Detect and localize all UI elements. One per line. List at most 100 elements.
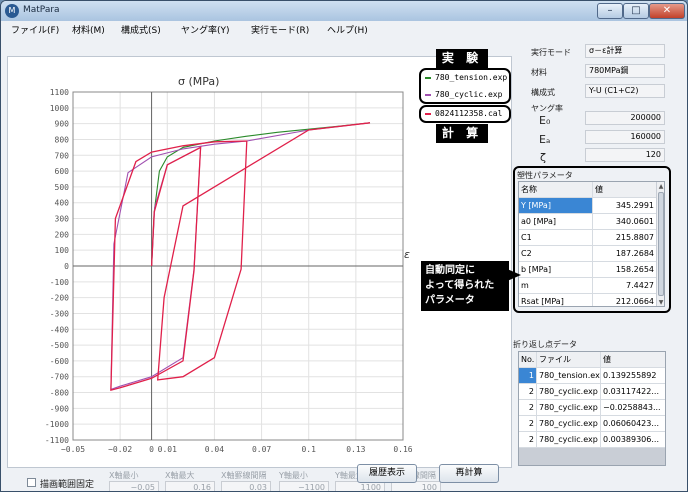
menu-help[interactable]: ヘルプ(H)	[327, 23, 368, 36]
menu-run-mode[interactable]: 実行モード(R)	[251, 23, 309, 36]
menu-model[interactable]: 構成式(S)	[121, 23, 161, 36]
turning-title: 折り返し点データ	[513, 340, 577, 349]
y-tick-label: -700	[50, 373, 69, 382]
y-tick-label: 900	[55, 120, 70, 129]
turning-file-cell[interactable]: 780_tension.exp	[537, 368, 601, 384]
param-value-cell[interactable]: 345.2991	[593, 198, 657, 214]
param-name-cell[interactable]: Rsat [MPa]	[519, 294, 593, 306]
xmin-label: X軸最小	[109, 471, 139, 480]
e0-value: 200000	[585, 111, 665, 125]
y-tick-label: 1100	[50, 88, 69, 97]
x-tick-label: 0.13	[346, 445, 365, 454]
turning-value-cell[interactable]: 0.03117422...	[601, 384, 665, 400]
scroll-up-icon[interactable]: ▲	[657, 182, 664, 191]
xmax-field[interactable]: 0.16	[165, 481, 215, 491]
menu-young-modulus[interactable]: ヤング率(Y)	[181, 23, 230, 36]
x-tick-label: 0.07	[252, 445, 271, 454]
menu-material[interactable]: 材料(M)	[72, 23, 105, 36]
minimize-button[interactable]: –	[597, 3, 623, 19]
maximize-button[interactable]: □	[623, 3, 649, 19]
young-label: ヤング率	[531, 104, 563, 113]
y-tick-label: -300	[50, 309, 69, 318]
y-tick-label: 800	[55, 135, 70, 144]
y-tick-label: -500	[50, 341, 69, 350]
fix-range-label: 描画範囲固定	[40, 480, 95, 490]
turning-file-cell[interactable]: 780_cyclic.exp	[537, 416, 601, 432]
experiment-label: 実 験	[436, 49, 488, 68]
turning-col-value: 値	[601, 352, 665, 368]
material-label: 材料	[531, 68, 547, 77]
app-logo-icon: M	[5, 4, 19, 18]
params-callout: 自動同定に よって得られた パラメータ	[421, 261, 509, 311]
turning-no-cell[interactable]: 2	[519, 384, 537, 400]
param-name-cell[interactable]: a0 [MPa]	[519, 214, 593, 230]
param-value-cell[interactable]: 158.2654	[593, 262, 657, 278]
experiment-highlight	[419, 68, 511, 104]
turning-no-cell[interactable]: 2	[519, 400, 537, 416]
series-line-1	[151, 122, 371, 267]
client-area: -1100 -1000 -900 -800 -700 -600 -500 -400 -300 -2…	[7, 41, 683, 491]
y-tick-label: -900	[50, 404, 69, 413]
ea-value: 160000	[585, 130, 665, 144]
param-value-cell[interactable]: 7.4427	[593, 278, 657, 294]
ymin-field[interactable]: −1100	[279, 481, 329, 491]
app-window: M MatPara – □ ✕ ファイル(F) 材料(M) 構成式(S) ヤング…	[0, 0, 688, 492]
param-name-cell[interactable]: Y [MPa]	[519, 198, 593, 214]
ea-label: Eₐ	[539, 133, 551, 146]
turning-file-cell[interactable]: 780_cyclic.exp	[537, 384, 601, 400]
xgrid-field[interactable]: 0.03	[221, 481, 271, 491]
turning-value-cell[interactable]: 0.00389306...	[601, 432, 665, 448]
callout-arrow-icon	[507, 269, 521, 281]
y-tick-label: -100	[50, 278, 69, 287]
y-tick-label: 300	[55, 215, 70, 224]
fix-range-checkbox[interactable]	[27, 478, 36, 487]
turning-file-cell[interactable]: 780_cyclic.exp	[537, 432, 601, 448]
xmin-field[interactable]: −0.05	[109, 481, 159, 491]
param-name-cell[interactable]: C2	[519, 246, 593, 262]
recalculate-button[interactable]: 再計算	[439, 464, 499, 483]
param-value-cell[interactable]: 212.0664	[593, 294, 657, 306]
turning-value-cell[interactable]: 0.139255892	[601, 368, 665, 384]
e0-label: E₀	[539, 114, 551, 127]
series-line-3	[110, 122, 371, 392]
scroll-down-icon[interactable]: ▼	[657, 298, 664, 306]
x-tick-label: 0.16	[393, 445, 412, 454]
turning-file-cell[interactable]: 780_cyclic.exp	[537, 400, 601, 416]
turning-col-no: No.	[519, 352, 537, 368]
y-tick-label: -1000	[45, 420, 69, 429]
param-value-cell[interactable]: 215.8807	[593, 230, 657, 246]
close-button[interactable]: ✕	[649, 3, 685, 19]
turning-no-cell[interactable]: 2	[519, 416, 537, 432]
param-value-cell[interactable]: 187.2684	[593, 246, 657, 262]
y-tick-label: 600	[55, 167, 70, 176]
turning-grid[interactable]: No. ファイル 値 1 780_tension.exp 0.139255892 2 7…	[518, 351, 666, 466]
params-col-value: 値	[593, 182, 657, 198]
menu-file[interactable]: ファイル(F)	[11, 23, 59, 36]
turning-value-cell[interactable]: 0.06060423...	[601, 416, 665, 432]
params-scrollbar[interactable]: ▲ ▼	[656, 182, 664, 306]
params-grid[interactable]: 名称 値 Y [MPa] 345.2991 a0 [MPa] 340.0601 C1 21…	[518, 181, 665, 307]
turning-no-cell[interactable]: 1	[519, 368, 537, 384]
param-name-cell[interactable]: b [MPa]	[519, 262, 593, 278]
y-tick-label: 500	[55, 183, 70, 192]
x-tick-label: −0.02	[108, 445, 132, 454]
ymin-label: Y軸最小	[279, 471, 308, 480]
y-tick-label: -200	[50, 294, 69, 303]
title-bar: M MatPara – □ ✕	[1, 1, 687, 21]
param-name-cell[interactable]: m	[519, 278, 593, 294]
model-label: 構成式	[531, 88, 555, 97]
x-tick-label: −0.05	[61, 445, 85, 454]
history-button[interactable]: 履歴表示	[357, 464, 417, 483]
param-name-cell[interactable]: C1	[519, 230, 593, 246]
y-tick-label: 200	[55, 230, 70, 239]
turning-value-cell[interactable]: −0.0258843...	[601, 400, 665, 416]
y-tick-label: 400	[55, 199, 70, 208]
material-value: 780MPa鋼	[585, 64, 665, 78]
param-value-cell[interactable]: 340.0601	[593, 214, 657, 230]
x-tick-label: 0.04	[205, 445, 224, 454]
turning-no-cell[interactable]: 2	[519, 432, 537, 448]
turning-col-file: ファイル	[537, 352, 601, 368]
mode-value: σ－ε計算	[585, 44, 665, 58]
y-tick-label: 100	[55, 246, 70, 255]
scroll-thumb[interactable]	[658, 192, 664, 296]
